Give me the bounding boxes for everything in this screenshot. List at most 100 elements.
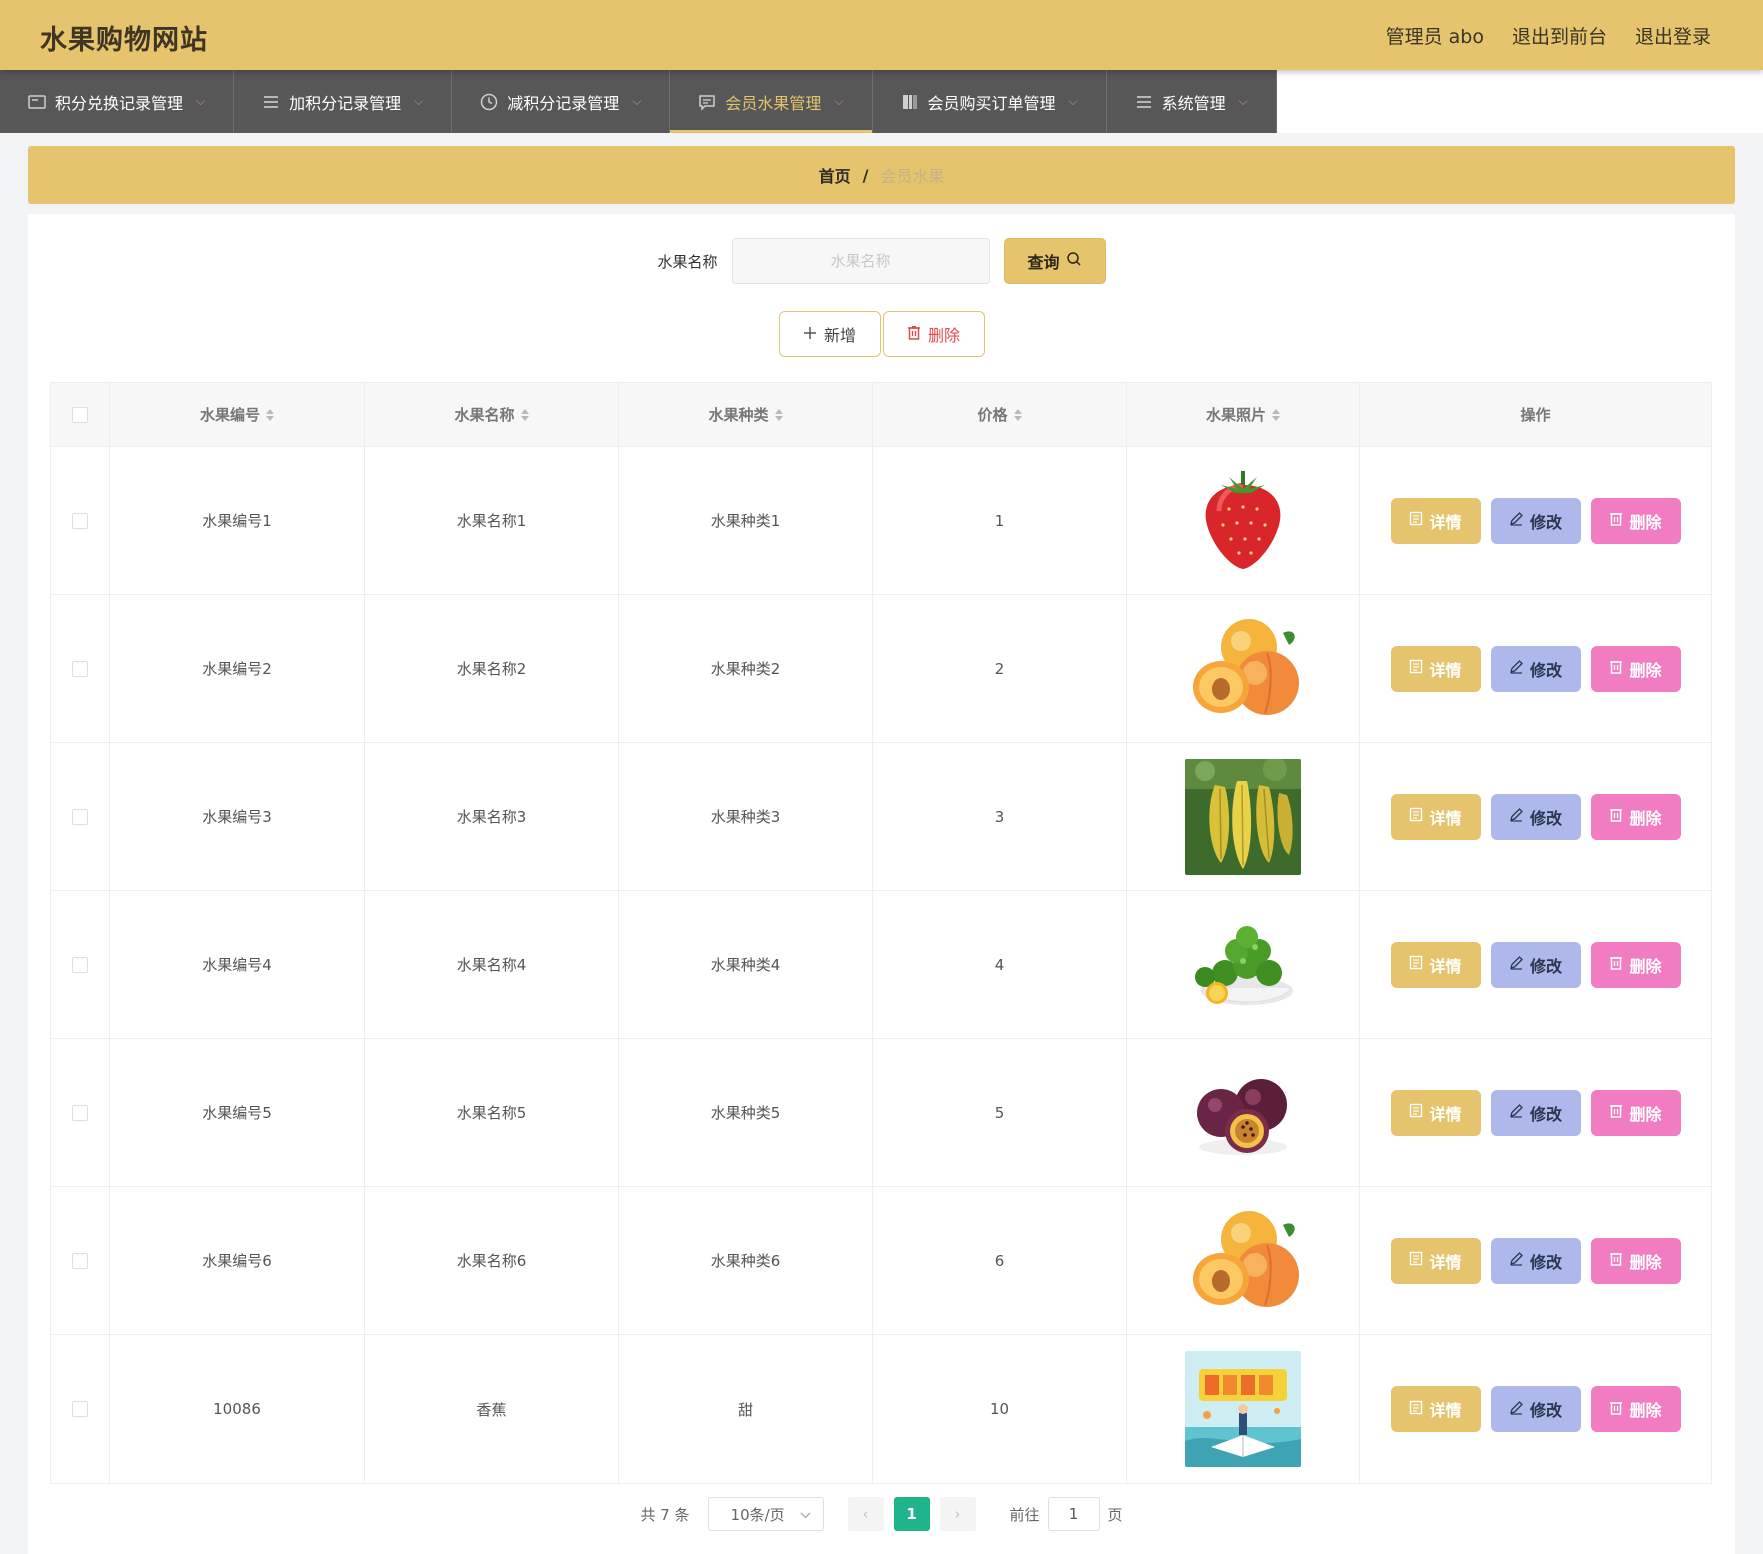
row-checkbox[interactable] [72,956,88,973]
column-label: 水果名称 [454,406,515,424]
document-icon [1409,1251,1423,1270]
nav-label: 会员水果管理 [725,93,822,113]
card-icon [28,93,46,111]
row-delete-button[interactable]: 删除 [1590,1386,1681,1432]
admin-user-link[interactable]: 管理员 abo [1386,22,1484,49]
cell-fruit-id: 水果编号6 [110,1187,365,1334]
nav-item-reduce-points[interactable]: 减积分记录管理 ⌵ [452,70,671,133]
edit-button[interactable]: 修改 [1490,1089,1581,1136]
document-icon [1409,511,1423,530]
cell-fruit-id: 水果编号5 [110,1039,365,1186]
edit-label: 修改 [1529,1401,1562,1420]
nav-label: 积分兑换记录管理 [55,93,184,113]
prev-page-button[interactable]: ‹ [847,1497,884,1531]
column-header-id[interactable]: 水果编号 [110,383,365,446]
detail-label: 详情 [1429,1401,1462,1420]
breadcrumb-home[interactable]: 首页 [819,163,851,187]
row-delete-button[interactable]: 删除 [1590,1237,1681,1284]
trash-icon [1609,1103,1623,1122]
cell-fruit-name: 水果名称2 [365,595,619,742]
row-checkbox[interactable] [72,1401,88,1417]
bulk-delete-button[interactable]: 删除 [882,311,985,357]
cell-price: 3 [873,743,1127,890]
row-checkbox[interactable] [72,808,88,825]
detail-button[interactable]: 详情 [1390,497,1481,544]
top-header: 水果购物网站 管理员 abo 退出到前台 退出登录 [0,0,1763,70]
row-delete-button[interactable]: 删除 [1590,645,1681,692]
row-delete-button[interactable]: 删除 [1590,1089,1681,1136]
next-page-button[interactable]: › [939,1497,976,1531]
document-icon [1409,807,1423,826]
fruit-photo-kumquat [1185,906,1301,1023]
logout-link[interactable]: 退出登录 [1635,22,1711,49]
row-select-cell [51,891,110,1038]
cell-photo [1127,1039,1360,1186]
row-checkbox[interactable] [72,1104,88,1121]
row-delete-label: 删除 [1629,512,1662,532]
row-checkbox[interactable] [72,1252,88,1269]
edit-label: 修改 [1529,512,1562,532]
goto-unit: 页 [1107,1505,1123,1524]
column-label: 操作 [1520,406,1551,424]
detail-label: 详情 [1429,1104,1462,1124]
column-header-kind[interactable]: 水果种类 [619,383,873,446]
row-delete-label: 删除 [1629,1252,1662,1272]
nav-item-add-points[interactable]: 加积分记录管理 ⌵ [234,70,453,133]
detail-button[interactable]: 详情 [1390,1386,1481,1432]
row-checkbox[interactable] [72,660,88,677]
back-to-frontend-link[interactable]: 退出到前台 [1512,22,1607,49]
sort-icon [266,408,274,421]
cell-fruit-id: 10086 [110,1335,365,1483]
goto-page-input[interactable] [1047,1497,1100,1531]
column-label: 水果种类 [708,406,769,424]
row-delete-button[interactable]: 删除 [1590,941,1681,988]
cell-actions: 详情 修改 删除 [1360,447,1711,594]
nav-item-member-orders[interactable]: 会员购买订单管理 ⌵ [873,70,1107,133]
column-label: 价格 [977,406,1008,424]
cell-price: 4 [873,891,1127,1038]
chevron-down-icon [800,1505,811,1523]
search-button[interactable]: 查询 [1003,238,1106,284]
table-row: 水果编号1 水果名称1 水果种类1 1 详情 修改 删除 [51,447,1711,595]
page-number-current[interactable]: 1 [893,1497,930,1531]
edit-button[interactable]: 修改 [1490,1386,1581,1432]
cell-photo [1127,891,1360,1038]
row-delete-button[interactable]: 删除 [1590,497,1681,544]
column-header-name[interactable]: 水果名称 [365,383,619,446]
cell-fruit-kind: 甜 [619,1335,873,1483]
cell-actions: 详情 修改 删除 [1360,1039,1711,1186]
row-checkbox[interactable] [72,512,88,529]
cell-photo [1127,1335,1360,1483]
nav-label: 系统管理 [1161,93,1226,113]
fruit-photo-apricot [1185,1202,1301,1319]
edit-button[interactable]: 修改 [1490,497,1581,544]
detail-label: 详情 [1429,660,1462,680]
fruit-name-search-input[interactable] [731,238,990,284]
detail-button[interactable]: 详情 [1390,645,1481,692]
nav-item-system[interactable]: 系统管理 ⌵ [1107,70,1277,133]
search-button-label: 查询 [1027,253,1060,272]
add-button[interactable]: 新增 [778,311,881,357]
column-header-price[interactable]: 价格 [873,383,1127,446]
nav-item-points-exchange[interactable]: 积分兑换记录管理 ⌵ [0,70,235,133]
column-header-photo[interactable]: 水果照片 [1127,383,1360,446]
cell-fruit-id: 水果编号4 [110,891,365,1038]
detail-label: 详情 [1429,512,1462,532]
page-size-select[interactable]: 10条/页 [707,1497,824,1531]
detail-button[interactable]: 详情 [1390,793,1481,840]
detail-button[interactable]: 详情 [1390,1089,1481,1136]
nav-item-member-fruits[interactable]: 会员水果管理 ⌵ [670,70,873,133]
row-delete-button[interactable]: 删除 [1590,793,1681,840]
detail-button[interactable]: 详情 [1390,941,1481,988]
cell-photo [1127,447,1360,594]
edit-button[interactable]: 修改 [1490,645,1581,692]
select-all-checkbox[interactable] [72,406,88,423]
edit-button[interactable]: 修改 [1490,793,1581,840]
table-row: 水果编号4 水果名称4 水果种类4 4 详情 修改 删除 [51,891,1711,1039]
detail-button[interactable]: 详情 [1390,1237,1481,1284]
edit-button[interactable]: 修改 [1490,941,1581,988]
nav-label: 会员购买订单管理 [927,93,1056,113]
edit-button[interactable]: 修改 [1490,1237,1581,1284]
plus-icon [803,325,817,344]
table-row: 10086 香蕉甜 10 详情 修改 删除 [51,1335,1711,1483]
